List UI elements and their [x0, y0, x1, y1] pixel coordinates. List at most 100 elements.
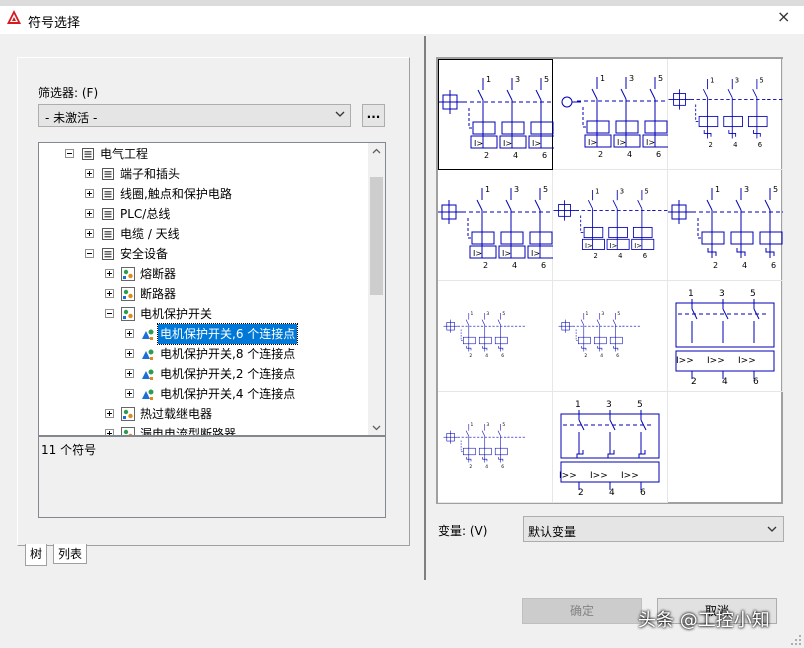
symbol-cell[interactable]: 1 2 I> 3 4 I> 5 6 I>: [553, 170, 668, 281]
tab-list[interactable]: 列表: [53, 544, 88, 564]
tree-item[interactable]: 安全设备: [39, 244, 369, 264]
scroll-up-icon[interactable]: [372, 147, 381, 156]
terminal-label: 3: [629, 74, 634, 83]
symbol-cell[interactable]: 1 2 3 4 5 6: [553, 281, 668, 392]
symbol-cell[interactable]: 1 2 I>> 3 4 I>> 5 6 I>>: [668, 281, 783, 392]
tree-item[interactable]: 线圈,触点和保护电路: [39, 184, 369, 204]
tree-item[interactable]: 电机保护开关: [39, 304, 369, 324]
symbol-cell[interactable]: 1 2 I> 3 4 I> 5 6 I>: [438, 170, 553, 281]
symbol-cell[interactable]: 1 2 I>> 3 4 I>> 5 6 I>>: [553, 392, 668, 503]
terminal-label: 6: [656, 150, 661, 159]
terminal-label: 2: [584, 353, 587, 359]
ok-button[interactable]: 确定: [522, 598, 642, 624]
expand-icon[interactable]: [105, 289, 114, 298]
terminal-label: 2: [483, 261, 488, 270]
close-icon[interactable]: ×: [777, 7, 790, 26]
expand-icon[interactable]: [105, 409, 114, 418]
scroll-down-icon[interactable]: [372, 423, 381, 432]
trip-label: I>: [502, 249, 511, 258]
tree-item[interactable]: 漏电电流型断路器: [39, 424, 369, 436]
terminal-label: 2: [469, 464, 472, 470]
panel-divider[interactable]: [424, 36, 426, 580]
scroll-thumb[interactable]: [370, 177, 383, 295]
terminal-label: 3: [606, 400, 612, 410]
terminal-label: 3: [620, 187, 624, 195]
tree-item[interactable]: 电机保护开关,4 个连接点: [39, 384, 369, 404]
tree-item[interactable]: 热过载继电器: [39, 404, 369, 424]
expand-icon[interactable]: [85, 189, 94, 198]
filter-label: 筛选器: (F): [38, 86, 99, 100]
symbol-cell[interactable]: 1 2 I> 3 4 I> 5 6 I>: [553, 59, 668, 170]
tree-item-label: 线圈,触点和保护电路: [120, 187, 232, 201]
tree-item-label: 漏电电流型断路器: [140, 427, 237, 436]
symbol-group-icon: [121, 427, 135, 435]
filter-select[interactable]: - 未激活 -: [38, 104, 351, 127]
terminal-label: 5: [637, 400, 643, 410]
folder-icon: [102, 208, 114, 220]
tree-item[interactable]: 电缆 / 天线: [39, 224, 369, 244]
tree-item[interactable]: 断路器: [39, 284, 369, 304]
terminal-label: 5: [644, 187, 648, 195]
terminal-label: 5: [544, 75, 549, 84]
tab-tree[interactable]: 树: [25, 544, 48, 566]
expand-icon[interactable]: [125, 349, 134, 358]
symbol-cell[interactable]: 1 2 3 4 5 6: [668, 170, 783, 281]
symbol-tree[interactable]: 电气工程 端子和插头线圈,触点和保护电路 PLC/总线电缆 / 天线 安全设备 熔断器断…: [38, 142, 386, 436]
watermark-text: 头条 @工控小知: [638, 610, 770, 631]
terminal-label: 3: [515, 75, 520, 84]
terminal-label: 4: [485, 353, 488, 359]
expand-icon[interactable]: [125, 369, 134, 378]
symbol-icon: [142, 369, 154, 380]
symbol-icon: [142, 349, 154, 360]
terminal-label: 1: [486, 75, 491, 84]
symbol-preview-grid[interactable]: 1 2 I> 3 4 I> 5 6 I> 1 2 I> 3 4 I> 5 6 I> 1 2 3 4 5 6 1 2 I> 3 4 I> 5 6…: [436, 57, 783, 504]
terminal-label: 2: [484, 151, 489, 160]
variant-select-value: 默认变量: [528, 525, 577, 539]
expand-icon[interactable]: [85, 209, 94, 218]
tree-item-label: 电机保护开关,6 个连接点: [156, 323, 299, 345]
trip-label: I>: [473, 249, 482, 258]
motor-protection-switch-symbol: 1 2 3 4 5 6: [558, 311, 642, 359]
expand-icon[interactable]: [125, 329, 134, 338]
terminal-label: 3: [735, 76, 739, 84]
terminal-label: 1: [600, 74, 605, 83]
expand-icon[interactable]: [85, 169, 94, 178]
terminal-label: 6: [616, 353, 619, 359]
terminal-label: 4: [733, 141, 737, 149]
tree-item[interactable]: 电机保护开关,6 个连接点: [39, 323, 369, 345]
tree-scrollbar[interactable]: [368, 143, 385, 435]
symbol-cell[interactable]: 1 2 3 4 5 6: [438, 392, 553, 503]
tree-item[interactable]: 电气工程: [39, 144, 369, 164]
tree-item[interactable]: 电机保护开关,8 个连接点: [39, 344, 369, 364]
filter-browse-button[interactable]: ...: [362, 104, 385, 127]
symbol-cell[interactable]: 1 2 3 4 5 6: [668, 59, 783, 170]
collapse-icon[interactable]: [65, 149, 74, 158]
tree-item[interactable]: 电机保护开关,2 个连接点: [39, 364, 369, 384]
app-logo-icon: [7, 10, 21, 24]
symbol-cell[interactable]: 1 2 3 4 5 6: [438, 281, 553, 392]
terminal-label: 6: [643, 252, 647, 260]
tree-item[interactable]: 熔断器: [39, 264, 369, 284]
symbol-icon: [142, 389, 154, 400]
terminal-label: 4: [627, 150, 632, 159]
tree-item[interactable]: PLC/总线: [39, 204, 369, 224]
terminal-label: 3: [486, 311, 489, 317]
expand-icon[interactable]: [85, 229, 94, 238]
terminal-label: 5: [543, 185, 548, 194]
symbol-group-icon: [121, 307, 135, 321]
resize-grip-icon[interactable]: [790, 634, 802, 646]
expand-icon[interactable]: [125, 389, 134, 398]
terminal-label: 1: [585, 311, 588, 317]
motor-protection-switch-symbol: 1 2 3 4 5 6: [668, 76, 783, 149]
expand-icon[interactable]: [105, 429, 114, 435]
tree-item[interactable]: 端子和插头: [39, 164, 369, 184]
expand-icon[interactable]: [105, 269, 114, 278]
terminal-label: 1: [485, 185, 490, 194]
tree-item-label: PLC/总线: [120, 207, 171, 221]
folder-icon: [102, 228, 114, 240]
symbol-cell[interactable]: 1 2 I> 3 4 I> 5 6 I>: [438, 59, 554, 170]
collapse-icon[interactable]: [105, 309, 114, 318]
variant-select[interactable]: 默认变量: [523, 516, 784, 542]
collapse-icon[interactable]: [85, 249, 94, 258]
terminal-label: 5: [773, 185, 778, 194]
